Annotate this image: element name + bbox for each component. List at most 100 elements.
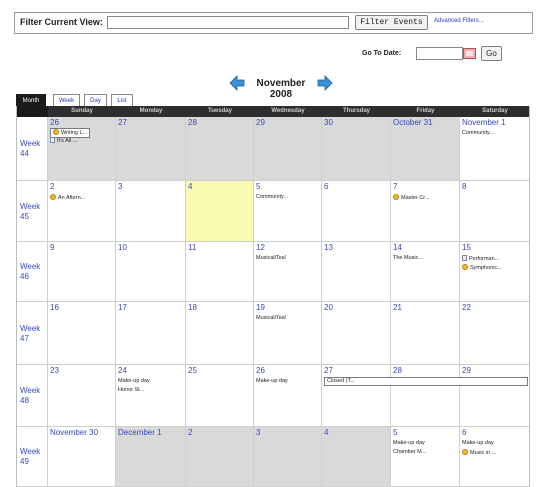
event-link[interactable]: Make-up day bbox=[462, 440, 494, 447]
event-link[interactable]: Make-up day bbox=[118, 378, 150, 385]
day-cell[interactable]: 29 bbox=[460, 365, 530, 427]
day-cell[interactable]: 14 The Music... bbox=[391, 242, 460, 302]
day-number-link[interactable]: 8 bbox=[462, 182, 466, 191]
day-cell[interactable]: 4 bbox=[186, 181, 254, 242]
day-number-link[interactable]: 4 bbox=[188, 182, 192, 191]
calendar-picker-icon[interactable] bbox=[463, 48, 476, 59]
tab-list[interactable]: List bbox=[111, 94, 133, 106]
day-cell[interactable]: 20 bbox=[322, 302, 391, 365]
event-link[interactable]: MusicaliTea! bbox=[256, 315, 286, 322]
day-number-link[interactable]: 4 bbox=[324, 428, 328, 437]
day-number-link[interactable]: 15 bbox=[462, 243, 471, 252]
day-number-link[interactable]: 26 bbox=[256, 366, 265, 375]
day-number-link[interactable]: 29 bbox=[462, 366, 471, 375]
day-cell[interactable]: 9 bbox=[48, 242, 116, 302]
day-number-link[interactable]: December 1 bbox=[118, 428, 162, 437]
day-number-link[interactable]: 23 bbox=[50, 366, 59, 375]
event-link[interactable]: Master Cr... bbox=[393, 194, 429, 202]
week-number-cell[interactable]: Week 44 bbox=[16, 117, 48, 181]
day-cell[interactable]: 22 bbox=[460, 302, 530, 365]
day-number-link[interactable]: 28 bbox=[393, 366, 402, 375]
day-cell[interactable]: 28 bbox=[186, 117, 254, 181]
day-number-link[interactable]: 12 bbox=[256, 243, 265, 252]
day-cell[interactable]: 29 bbox=[254, 117, 322, 181]
tab-month[interactable]: Month bbox=[16, 94, 46, 106]
day-cell[interactable]: 23 bbox=[48, 365, 116, 427]
event-link[interactable]: Chamber M... bbox=[393, 449, 426, 456]
day-number-link[interactable]: November 1 bbox=[462, 118, 506, 127]
week-number-cell[interactable]: Week 49 bbox=[16, 427, 48, 487]
day-cell[interactable]: 7 Master Cr... bbox=[391, 181, 460, 242]
day-cell[interactable]: 17 bbox=[116, 302, 186, 365]
next-month-arrow-icon[interactable] bbox=[317, 75, 333, 91]
day-number-link[interactable]: 9 bbox=[50, 243, 54, 252]
event-link[interactable]: Make-up day bbox=[393, 440, 425, 447]
day-cell[interactable]: 30 bbox=[322, 117, 391, 181]
filter-events-button[interactable]: Filter Events bbox=[355, 15, 428, 30]
day-number-link[interactable]: 10 bbox=[118, 243, 127, 252]
day-number-link[interactable]: 3 bbox=[256, 428, 260, 437]
go-to-date-input[interactable] bbox=[416, 47, 463, 60]
day-cell[interactable]: October 31 bbox=[391, 117, 460, 181]
day-number-link[interactable]: 27 bbox=[118, 118, 127, 127]
event-link[interactable]: Honor St... bbox=[118, 387, 144, 394]
event-link[interactable]: It's All ... bbox=[50, 137, 77, 145]
day-number-link[interactable]: 6 bbox=[462, 428, 466, 437]
event-link[interactable]: Community... bbox=[256, 194, 288, 201]
day-cell[interactable]: 24 Make-up day Honor St... bbox=[116, 365, 186, 427]
day-cell[interactable]: 8 bbox=[460, 181, 530, 242]
day-number-link[interactable]: 16 bbox=[50, 303, 59, 312]
day-cell[interactable]: December 1 bbox=[116, 427, 186, 487]
week-number-label[interactable]: Week 47 bbox=[20, 324, 40, 344]
advanced-filters-link[interactable]: Advanced Filters... bbox=[434, 18, 484, 24]
day-number-link[interactable]: 5 bbox=[393, 428, 397, 437]
day-cell[interactable]: 6 bbox=[322, 181, 391, 242]
day-number-link[interactable]: 13 bbox=[324, 243, 333, 252]
week-number-label[interactable]: Week 49 bbox=[20, 447, 40, 467]
day-number-link[interactable]: 6 bbox=[324, 182, 328, 191]
filter-input[interactable] bbox=[107, 16, 349, 29]
day-number-link[interactable]: 28 bbox=[188, 118, 197, 127]
day-cell[interactable]: 2 bbox=[186, 427, 254, 487]
day-number-link[interactable]: October 31 bbox=[393, 118, 433, 127]
day-cell[interactable]: 28 bbox=[391, 365, 460, 427]
day-number-link[interactable]: 24 bbox=[118, 366, 127, 375]
day-cell[interactable]: 12 MusicaliTea! bbox=[254, 242, 322, 302]
day-number-link[interactable]: 14 bbox=[393, 243, 402, 252]
week-number-cell[interactable]: Week 47 bbox=[16, 302, 48, 365]
day-cell[interactable]: November 30 bbox=[48, 427, 116, 487]
day-cell[interactable]: 10 bbox=[116, 242, 186, 302]
day-number-link[interactable]: 22 bbox=[462, 303, 471, 312]
event-link[interactable]: Make-up day bbox=[256, 378, 288, 385]
event-link[interactable]: An Aftern... bbox=[50, 194, 85, 202]
event-link[interactable]: Performan... bbox=[462, 255, 499, 263]
day-cell[interactable]: 3 bbox=[116, 181, 186, 242]
week-number-cell[interactable]: Week 45 bbox=[16, 181, 48, 242]
day-cell[interactable]: 16 bbox=[48, 302, 116, 365]
day-number-link[interactable]: 7 bbox=[393, 182, 397, 191]
week-number-cell[interactable]: Week 46 bbox=[16, 242, 48, 302]
day-cell[interactable]: 5 Community... bbox=[254, 181, 322, 242]
week-number-label[interactable]: Week 44 bbox=[20, 139, 40, 159]
day-number-link[interactable]: November 30 bbox=[50, 428, 98, 437]
day-cell[interactable]: 2 An Aftern... bbox=[48, 181, 116, 242]
tab-week[interactable]: Week bbox=[53, 94, 80, 106]
day-cell[interactable]: 26 Make-up day bbox=[254, 365, 322, 427]
day-number-link[interactable]: 2 bbox=[50, 182, 54, 191]
day-cell[interactable]: 5 Make-up day Chamber M... bbox=[391, 427, 460, 487]
day-cell[interactable]: 27 bbox=[322, 365, 391, 427]
day-number-link[interactable]: 26 bbox=[50, 118, 59, 127]
multi-day-event-link[interactable]: Closed (T... bbox=[324, 377, 528, 386]
day-cell[interactable]: 27 bbox=[116, 117, 186, 181]
week-number-label[interactable]: Week 45 bbox=[20, 202, 40, 222]
day-cell[interactable]: 15 Performan... Symphonic... bbox=[460, 242, 530, 302]
go-button[interactable]: Go bbox=[481, 46, 502, 61]
day-number-link[interactable]: 25 bbox=[188, 366, 197, 375]
day-number-link[interactable]: 21 bbox=[393, 303, 402, 312]
week-number-label[interactable]: Week 48 bbox=[20, 386, 40, 406]
event-link[interactable]: The Music... bbox=[393, 255, 423, 262]
day-number-link[interactable]: 18 bbox=[188, 303, 197, 312]
day-number-link[interactable]: 17 bbox=[118, 303, 127, 312]
day-cell[interactable]: 19 MusicaliTea! bbox=[254, 302, 322, 365]
day-number-link[interactable]: 2 bbox=[188, 428, 192, 437]
